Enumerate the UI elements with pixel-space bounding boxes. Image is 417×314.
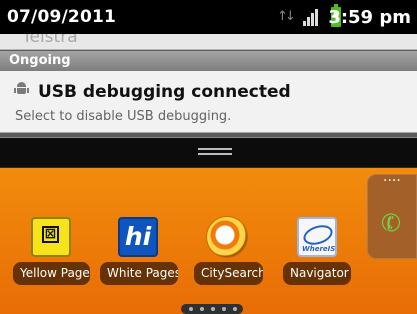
phone-icon: ✆	[377, 206, 406, 240]
white-pages-label[interactable]: White Pages	[100, 262, 178, 285]
yellow-pages-label[interactable]: Yellow Pages	[13, 262, 90, 285]
status-bar[interactable]: 07/09/2011 ↑↓ ϟ 3:59 pm	[0, 0, 417, 34]
notification-shade: Telstra Ongoing USB debugging connected …	[0, 34, 417, 168]
phone-dock-tab[interactable]: ···· ✆	[367, 174, 417, 259]
navigator-icon-text: WhereIS	[302, 245, 336, 253]
citysearch-icon[interactable]	[206, 216, 248, 258]
usb-debugging-notification[interactable]: USB debugging connected Select to disabl…	[0, 71, 417, 133]
drag-handle-icon	[198, 146, 232, 157]
white-pages-icon[interactable]: hi	[118, 217, 158, 257]
android-debug-icon	[14, 81, 29, 95]
android-screen: 07/09/2011 ↑↓ ϟ 3:59 pm Telstra Ongoing …	[0, 0, 417, 314]
ongoing-section-header: Ongoing	[0, 51, 417, 71]
status-date: 07/09/2011	[7, 7, 117, 27]
notification-text: Select to disable USB debugging.	[15, 109, 232, 124]
yellow-pages-logo-icon: ⊠	[42, 226, 59, 243]
notification-title: USB debugging connected	[38, 82, 291, 102]
navigator-label[interactable]: Navigator	[283, 262, 351, 285]
signal-strength-icon	[303, 8, 319, 26]
carrier-strip: Telstra	[0, 34, 417, 50]
notification-drag-handle[interactable]	[0, 137, 417, 168]
status-time: 3:59 pm	[328, 7, 411, 28]
page-dots-icon	[181, 304, 243, 314]
carrier-label: Telstra	[22, 34, 78, 47]
yellow-pages-icon[interactable]: ⊠	[31, 217, 71, 257]
dock-handle-icon: ····	[383, 173, 401, 189]
home-screen: ⊠ Yellow Pages hi White Pages CitySearch…	[0, 168, 417, 314]
citysearch-label[interactable]: CitySearch	[194, 262, 263, 285]
navigator-icon[interactable]: WhereIS	[297, 217, 337, 257]
data-transfer-icon: ↑↓	[277, 9, 296, 24]
